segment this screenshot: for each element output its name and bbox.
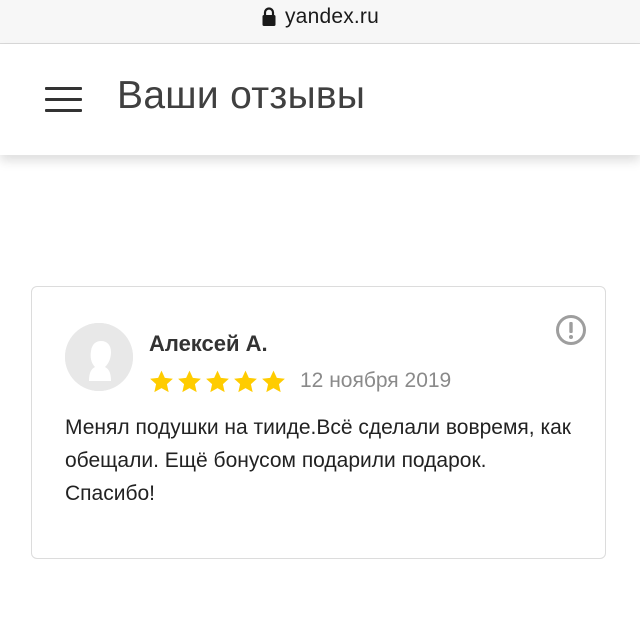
url-text: yandex.ru <box>284 4 380 28</box>
rating-stars <box>148 369 287 395</box>
star-icon <box>178 370 201 393</box>
review-author: Алексей А. <box>149 331 268 356</box>
avatar <box>65 323 133 391</box>
app-header: Ваши отзывы <box>0 44 640 155</box>
page-title: Ваши отзывы <box>117 74 366 117</box>
review-date: 12 ноября 2019 <box>300 369 452 392</box>
review-text: Менял подушки на тииде.Всё сделали вовре… <box>65 416 571 505</box>
browser-address-bar[interactable]: yandex.ru <box>0 0 640 44</box>
report-exclamation-icon[interactable] <box>555 314 587 346</box>
lock-icon <box>262 6 276 26</box>
star-icon <box>234 370 257 393</box>
hamburger-menu-icon[interactable] <box>45 87 83 113</box>
review-card: Алексей А. 12 ноября 2019 Менял подушки … <box>31 286 606 559</box>
user-avatar-placeholder <box>65 323 133 391</box>
star-icon <box>150 370 173 393</box>
address-bar-content: yandex.ru <box>261 5 379 29</box>
star-icon <box>262 370 285 393</box>
star-icon <box>206 370 229 393</box>
